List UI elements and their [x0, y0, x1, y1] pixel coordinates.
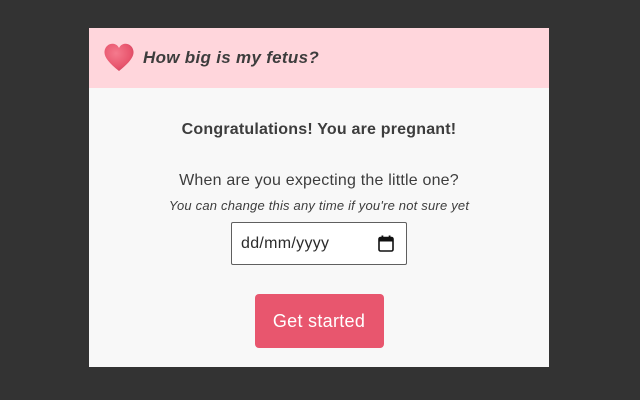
- app-title: How big is my fetus?: [143, 48, 320, 67]
- app-panel: How big is my fetus? Congratulations! Yo…: [89, 28, 549, 367]
- heart-icon: [104, 43, 134, 71]
- due-date-hint: You can change this any time if you're n…: [168, 198, 470, 213]
- app-header: How big is my fetus?: [89, 28, 549, 88]
- calendar-icon[interactable]: [378, 235, 394, 252]
- due-date-placeholder[interactable]: dd/mm/yyyy: [241, 235, 329, 253]
- congratulations-heading: Congratulations! You are pregnant!: [181, 121, 457, 138]
- main-content: Congratulations! You are pregnant! When …: [89, 121, 549, 348]
- due-date-question: When are you expecting the little one?: [179, 172, 459, 189]
- get-started-button[interactable]: Get started: [254, 294, 384, 348]
- due-date-input[interactable]: dd/mm/yyyy: [231, 222, 407, 265]
